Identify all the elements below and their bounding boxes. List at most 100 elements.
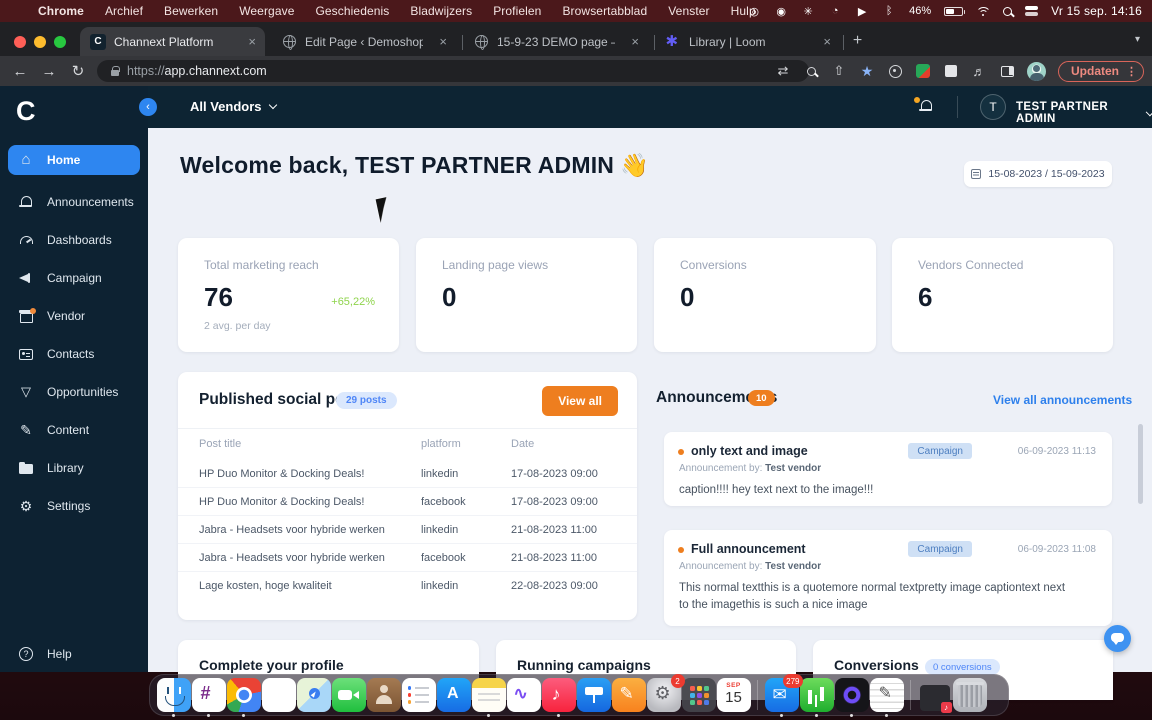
window-close-button[interactable] <box>14 36 26 48</box>
sidebar-item-contacts[interactable]: Contacts <box>0 335 148 373</box>
announcement-card[interactable]: only text and image Campaign 06-09-2023 … <box>664 432 1112 506</box>
vendor-filter-dropdown[interactable]: All Vendors <box>190 99 277 114</box>
menu-chrome[interactable]: Chrome <box>38 4 84 18</box>
tab-close-icon[interactable]: × <box>631 34 639 49</box>
dock-photos-icon[interactable] <box>261 674 296 716</box>
dock-keynote-icon[interactable] <box>576 674 611 716</box>
bookmark-star-icon[interactable]: ★ <box>859 63 875 79</box>
table-row[interactable]: Lage kosten, hoge kwaliteit linkedin 22-… <box>178 572 637 600</box>
translate-icon[interactable]: ⇄ <box>775 63 791 79</box>
dock-slack-icon[interactable] <box>191 674 226 717</box>
sidebar-item-library[interactable]: Library <box>0 449 148 487</box>
dock-trash-icon[interactable] <box>952 674 987 716</box>
tab-close-icon[interactable]: × <box>248 34 256 49</box>
sidebar-item-dashboards[interactable]: Dashboards <box>0 221 148 259</box>
sidebar-item-opportunities[interactable]: ▽ Opportunities <box>0 373 148 411</box>
wifi-icon[interactable] <box>976 6 992 17</box>
lock-icon[interactable] <box>111 65 120 76</box>
dock-music-icon[interactable] <box>541 674 576 717</box>
asterisk-status-icon[interactable]: ✳ <box>801 4 815 18</box>
dock-contacts-icon[interactable] <box>366 674 401 716</box>
menu-venster[interactable]: Venster <box>668 4 709 18</box>
dock-music-file-window-icon[interactable] <box>917 674 952 716</box>
media-list-icon[interactable]: ♬ <box>971 63 987 79</box>
sidebar-item-settings[interactable]: ⚙ Settings <box>0 487 148 525</box>
puzzle-extension-icon[interactable] <box>943 63 959 79</box>
menu-profielen[interactable]: Profielen <box>493 4 541 18</box>
chrome-update-button[interactable]: Updaten ⋮ <box>1058 60 1144 82</box>
tab-edit-page-demoshop[interactable]: Edit Page ‹ Demoshop — Word × <box>271 27 456 56</box>
dock-chrome-icon[interactable] <box>226 674 261 717</box>
dock-pages-icon[interactable] <box>611 674 646 716</box>
forward-icon[interactable]: → <box>40 63 58 80</box>
sidebar-item-content[interactable]: ✎ Content <box>0 411 148 449</box>
dock-finder-icon[interactable] <box>156 674 191 717</box>
dock-reminders-icon[interactable] <box>401 674 436 716</box>
menu-weergave[interactable]: Weergave <box>239 4 294 18</box>
sidebar-item-campaign[interactable]: Campaign <box>0 259 148 297</box>
control-center-icon[interactable] <box>1025 5 1039 17</box>
table-row[interactable]: HP Duo Monitor & Docking Deals! facebook… <box>178 488 637 516</box>
tab-close-icon[interactable]: × <box>823 34 831 49</box>
view-all-announcements-link[interactable]: View all announcements <box>993 393 1132 407</box>
dock-maps-icon[interactable] <box>296 674 331 716</box>
user-menu[interactable]: TEST PARTNER ADMIN <box>1016 101 1152 125</box>
tab-library-loom[interactable]: ✱ Library | Loom × <box>655 27 840 56</box>
share-icon[interactable]: ⇧ <box>831 63 847 79</box>
date-range-picker[interactable]: 15-08-2023 / 15-09-2023 <box>964 161 1112 187</box>
browser-profile-avatar[interactable] <box>1027 61 1046 81</box>
sidebar-collapse-button[interactable]: ‹ <box>139 98 157 116</box>
menu-archief[interactable]: Archief <box>105 4 143 18</box>
menu-bladwijzers[interactable]: Bladwijzers <box>410 4 472 18</box>
dock-calendar-icon[interactable]: SEP 15 <box>716 674 751 716</box>
sidebar-item-vendor[interactable]: Vendor <box>0 297 148 335</box>
zoom-icon[interactable] <box>803 63 819 79</box>
tab-channext-platform[interactable]: C Channext Platform × <box>80 27 265 56</box>
sidebar-item-announcements[interactable]: Announcements <box>0 183 148 221</box>
tab-demo-page[interactable]: 15-9-23 DEMO page – banner × <box>463 27 648 56</box>
address-bar[interactable]: https://app.channext.com <box>97 60 809 82</box>
dock-mail-icon[interactable]: 279 <box>764 674 803 717</box>
tab-close-icon[interactable]: × <box>439 34 447 49</box>
announcements-scrollbar[interactable] <box>1138 424 1143 504</box>
menu-geschiedenis[interactable]: Geschiedenis <box>315 4 389 18</box>
sidebar-item-home[interactable]: ⌂ Home <box>8 145 140 175</box>
screen-lock-status-icon[interactable]: ◔ <box>828 4 842 18</box>
window-minimize-button[interactable] <box>34 36 46 48</box>
sidebar-item-help[interactable]: Help <box>0 635 148 673</box>
user-avatar[interactable]: T <box>980 94 1006 120</box>
dock-system-settings-icon[interactable]: 2 <box>646 674 685 716</box>
side-panel-icon[interactable] <box>999 63 1015 79</box>
new-tab-button[interactable]: + <box>849 33 866 50</box>
spotlight-search-icon[interactable] <box>1003 6 1013 16</box>
reload-icon[interactable]: ↻ <box>69 62 87 80</box>
dock-purple-circle-app-icon[interactable] <box>834 674 869 717</box>
view-all-posts-button[interactable]: View all <box>542 386 618 416</box>
channext-logo[interactable]: C <box>16 96 36 127</box>
table-row[interactable]: Jabra - Headsets voor hybride werken lin… <box>178 516 637 544</box>
dock-launchpad-icon[interactable] <box>681 674 716 716</box>
shopping-extension-icon[interactable] <box>915 63 931 79</box>
tab-search-chevron-icon[interactable]: ▾ <box>1135 34 1140 45</box>
dock-notes-icon[interactable] <box>471 674 506 717</box>
chat-widget-button[interactable] <box>1104 625 1131 652</box>
loom-status-icon[interactable]: ◎ <box>747 4 761 18</box>
bluetooth-icon[interactable]: ᛒ <box>882 4 896 18</box>
play-status-icon[interactable]: ▶ <box>855 4 869 18</box>
table-row[interactable]: Jabra - Headsets voor hybride werken fac… <box>178 544 637 572</box>
browser-menu-icon[interactable]: ⋮ <box>1126 65 1137 78</box>
menubar-clock[interactable]: Vr 15 sep. 14:16 <box>1051 4 1142 18</box>
loom-extension-icon[interactable] <box>887 63 903 79</box>
back-icon[interactable]: ← <box>11 63 29 80</box>
menu-bewerken[interactable]: Bewerken <box>164 4 218 18</box>
dock-textedit-icon[interactable] <box>869 674 904 717</box>
menu-browsertabblad[interactable]: Browsertabblad <box>562 4 647 18</box>
dock-facetime-icon[interactable] <box>331 674 366 716</box>
window-zoom-button[interactable] <box>54 36 66 48</box>
dock-app-store-icon[interactable] <box>436 674 471 716</box>
table-row[interactable]: HP Duo Monitor & Docking Deals! linkedin… <box>178 460 637 488</box>
announcement-card[interactable]: Full announcement Campaign 06-09-2023 11… <box>664 530 1112 626</box>
dock-numbers-icon[interactable] <box>799 674 834 717</box>
record-status-icon[interactable]: ◉ <box>774 4 788 18</box>
dock-freeform-icon[interactable] <box>506 674 541 716</box>
